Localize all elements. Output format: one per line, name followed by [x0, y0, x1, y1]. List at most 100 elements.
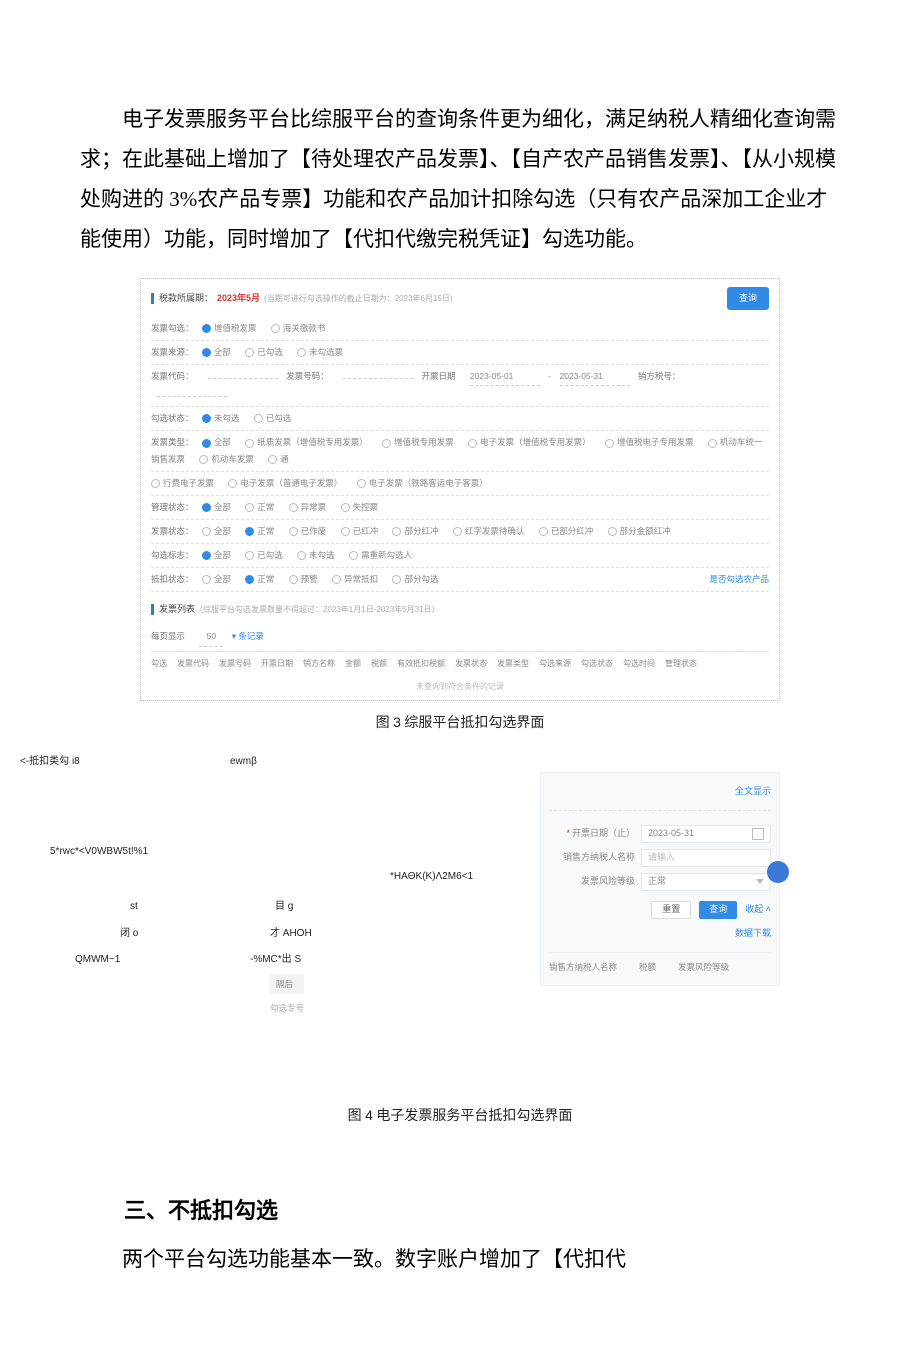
reset-button[interactable]: 重置: [651, 901, 691, 919]
radio-option[interactable]: 未勾选票: [297, 347, 343, 357]
invoice-code-input[interactable]: [208, 377, 278, 379]
radio-option[interactable]: 部分金额红冲: [608, 526, 671, 536]
date-from-input[interactable]: 2023-05-01: [470, 368, 540, 386]
radio-option[interactable]: 已作废: [289, 526, 327, 536]
garbled-text: ewmβ: [230, 752, 257, 771]
f3-period: 2023年5月: [217, 290, 260, 307]
radio-option[interactable]: 增值税电子专用发票: [605, 437, 694, 447]
radio-option[interactable]: 正常: [245, 502, 274, 512]
radio-option[interactable]: 电子发票（普通电子发票）: [228, 478, 342, 488]
f3-section-title: 税款所属期：: [159, 290, 213, 307]
query-button[interactable]: 查询: [727, 287, 769, 310]
radio-option[interactable]: 部分勾选: [392, 574, 438, 584]
radio-option[interactable]: 需重新勾选人: [349, 550, 412, 560]
label: 开票日期: [422, 371, 456, 381]
radio-option[interactable]: 全部: [202, 347, 231, 357]
radio-option[interactable]: 已勾选: [245, 347, 283, 357]
radio-option[interactable]: 正常: [245, 526, 274, 536]
f3-list-hint: （综服平台勾选发票数量不得超过：2023年1月1日-2023年5月31日）: [195, 602, 440, 617]
figure-3-caption: 图 3 综服平台抵扣勾选界面: [80, 709, 840, 738]
seller-input[interactable]: 请输入: [641, 849, 771, 867]
pager-label: 每页显示: [151, 631, 185, 641]
label: 勾选标志：: [151, 550, 194, 560]
radio-option[interactable]: 未勾选: [297, 550, 335, 560]
radio-option[interactable]: 全部: [202, 574, 231, 584]
garbled-text: 闭 o: [120, 924, 138, 943]
garbled-text: 目 g: [275, 897, 293, 916]
figure-4-caption: 图 4 电子发票服务平台抵扣勾选界面: [80, 1102, 840, 1131]
radio-option[interactable]: 电子发票（铁路客运电子客票）: [357, 478, 488, 488]
label: 抵扣状态：: [151, 574, 194, 584]
th: 开票日期: [261, 656, 293, 671]
radio-option[interactable]: 海关缴款书: [271, 323, 326, 333]
invoice-number-input[interactable]: [343, 377, 413, 379]
radio-option[interactable]: 已红冲: [341, 526, 379, 536]
full-display-link[interactable]: 全文显示: [549, 779, 771, 811]
collapse-link[interactable]: 收起 ˄: [745, 901, 771, 918]
radio-option[interactable]: 机动车发票: [199, 454, 254, 464]
f3-period-hint: (当期可进行勾选操作的截止日期为：2023年6月15日): [264, 291, 452, 306]
th: 金额: [345, 656, 361, 671]
radio-option[interactable]: 全部: [202, 550, 231, 560]
radio-option[interactable]: 已勾选: [245, 550, 283, 560]
radio-option[interactable]: 异常抵扣: [332, 574, 378, 584]
assistant-avatar-icon[interactable]: [767, 861, 789, 883]
pager-unit: ▾ 条记录: [232, 631, 264, 641]
radio-option[interactable]: 通: [268, 454, 289, 464]
cell-text: 勾选专号: [270, 1000, 304, 1016]
radio-option[interactable]: 正常: [245, 574, 274, 584]
risk-select[interactable]: 正常: [641, 873, 771, 891]
f3-list-title: 发票列表: [159, 601, 195, 618]
field-risk-level: 发票风险等级 正常: [549, 873, 771, 891]
paragraph-intro: 电子发票服务平台比综服平台的查询条件更为细化，满足纳税人精细化查询需求；在此基础…: [80, 100, 840, 260]
th: 勾选状态: [581, 656, 613, 671]
radio-option[interactable]: 纸质发票（增值税专用发票）: [245, 437, 368, 447]
garbled-text: QMWM~1: [75, 950, 120, 969]
radio-option[interactable]: 增值税发票: [202, 323, 257, 333]
radio-option[interactable]: 已勾选: [254, 413, 292, 423]
radio-option[interactable]: 部分红冲: [392, 526, 438, 536]
f3-table-header: 勾选 发票代码 发票号码 开票日期 销方名称 金额 税额 有效抵扣税额 发票状态…: [151, 651, 769, 675]
f3-row-invoice-status: 发票状态： 全部 正常 已作废 已红冲 部分红冲 红字发票待确认 已部分红冲 部…: [151, 519, 769, 543]
th: 发票状态: [455, 656, 487, 671]
label: 发票代码：: [151, 371, 194, 381]
date-input[interactable]: 2023-05-31: [641, 825, 771, 843]
th: 勾选来源: [539, 656, 571, 671]
radio-option[interactable]: 未勾选: [202, 413, 240, 423]
radio-option[interactable]: 失控票: [341, 502, 379, 512]
radio-option[interactable]: 全部: [202, 526, 231, 536]
th: 有效抵扣税额: [397, 656, 445, 671]
label: 管理状态：: [151, 502, 194, 512]
radio-option[interactable]: 增值税专用发票: [382, 437, 454, 447]
field-seller-name: 销售方纳税人名称 请输入: [549, 849, 771, 867]
f3-row-check-flag: 勾选标志： 全部 已勾选 未勾选 需重新勾选人: [151, 543, 769, 567]
cell-text: 隔后: [270, 974, 304, 994]
label: 发票勾选：: [151, 323, 194, 333]
radio-option[interactable]: 电子发票（增值税专用发票）: [468, 437, 591, 447]
section-bar-icon: [151, 604, 154, 615]
garbled-text: *HAΘK(K)Λ2M6<1: [390, 867, 473, 886]
th: 发票代码: [177, 656, 209, 671]
f3-row-type: 发票类型： 全部 纸质发票（增值税专用发票） 增值税专用发票 电子发票（增值税专…: [151, 430, 769, 470]
download-link[interactable]: 数据下载: [549, 925, 771, 942]
f3-list-header: 发票列表 （综服平台勾选发票数量不得超过：2023年1月1日-2023年5月31…: [151, 601, 769, 618]
label: 勾选状态：: [151, 413, 194, 423]
f3-pager: 每页显示 50 ▾ 条记录: [151, 624, 769, 650]
radio-option[interactable]: 异常票: [289, 502, 327, 512]
radio-option[interactable]: 全部: [202, 502, 231, 512]
query-button[interactable]: 查询: [699, 901, 737, 919]
radio-option[interactable]: 预警: [289, 574, 318, 584]
label: 发票来源：: [151, 347, 194, 357]
date-to-input[interactable]: 2023-05-31: [560, 368, 630, 386]
agri-checkbox-link[interactable]: 是否勾选农产品: [709, 571, 769, 587]
f3-header-row: 税款所属期： 2023年5月 (当期可进行勾选操作的截止日期为：2023年6月1…: [151, 287, 769, 310]
radio-option[interactable]: 红字发票待确认: [453, 526, 525, 536]
radio-option[interactable]: 已部分红冲: [539, 526, 594, 536]
f4-table-header: 销售方纳税人名称 税额 发票风险等级: [549, 952, 771, 975]
page-size-input[interactable]: 50: [199, 628, 223, 646]
radio-option[interactable]: 全部: [202, 437, 231, 447]
seller-tax-input[interactable]: [157, 395, 227, 397]
th: 勾选: [151, 656, 167, 671]
label: 发票类型：: [151, 437, 194, 447]
radio-option[interactable]: 行费电子发票: [151, 478, 214, 488]
